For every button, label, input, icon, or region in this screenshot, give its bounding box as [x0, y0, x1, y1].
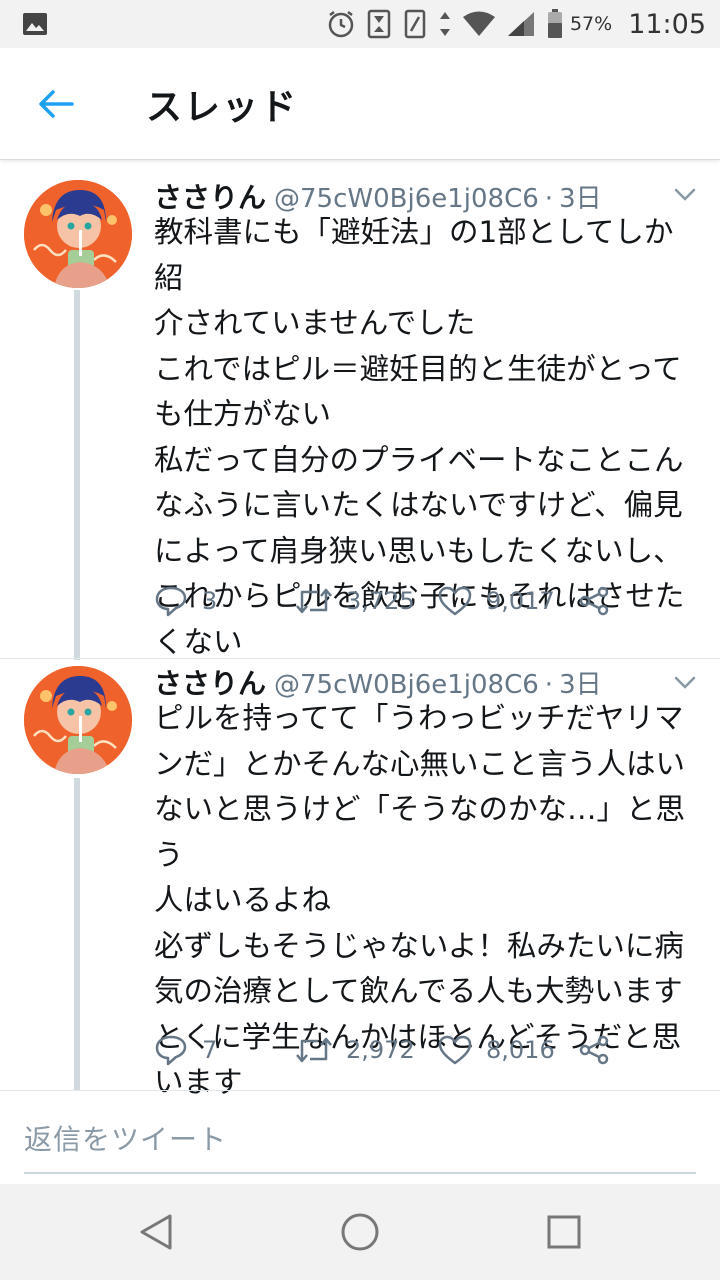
tweet[interactable]: ささりん @75cW0Bj6e1j08C6 · 3日 ピルを持ってて「うわっビッ… — [0, 648, 720, 1099]
share-button[interactable] — [578, 579, 610, 623]
avatar[interactable] — [24, 180, 132, 288]
tweet[interactable]: ささりん @75cW0Bj6e1j08C6 · 3日 教科書にも「避妊法」の1部… — [0, 160, 720, 659]
reply-icon — [155, 1035, 187, 1066]
retweet-count: 3,725 — [346, 587, 415, 615]
share-icon — [579, 1035, 609, 1065]
retweet-button[interactable]: 2,972 — [296, 1028, 415, 1072]
system-back-button[interactable] — [126, 1204, 186, 1260]
signal-icon — [506, 10, 536, 38]
battery-icon — [546, 8, 564, 40]
tweet-menu-button[interactable] — [670, 668, 700, 698]
wifi-icon — [462, 10, 496, 38]
like-count: 9,017 — [486, 587, 555, 615]
reply-placeholder: 返信をツイート — [24, 1123, 228, 1156]
retweet-icon — [296, 1037, 332, 1063]
avatar[interactable] — [24, 666, 132, 774]
tweet-actions: 3 3,725 9,017 — [154, 579, 624, 623]
tweet-actions: 7 2,972 8,016 — [154, 1028, 624, 1072]
home-circle-icon — [341, 1213, 379, 1251]
vibrate-icon — [402, 9, 428, 39]
alarm-icon — [326, 9, 356, 39]
reply-count: 7 — [202, 1036, 218, 1064]
data-arrows-icon — [438, 9, 452, 39]
system-home-button[interactable] — [330, 1204, 390, 1260]
clock: 11:05 — [628, 8, 706, 40]
heart-icon — [438, 1035, 472, 1065]
back-arrow-icon — [39, 90, 74, 118]
battery-percent: 57% — [569, 13, 613, 35]
chevron-down-icon — [674, 188, 696, 201]
reply-button[interactable]: 3 — [154, 579, 217, 623]
retweet-count: 2,972 — [346, 1036, 415, 1064]
system-recents-button[interactable] — [534, 1204, 594, 1260]
reply-input[interactable]: 返信をツイート — [24, 1118, 696, 1174]
reply-count: 3 — [202, 587, 218, 615]
retweet-button[interactable]: 3,725 — [296, 579, 415, 623]
heart-icon — [438, 586, 472, 616]
retweet-icon — [296, 588, 332, 614]
back-button[interactable] — [30, 82, 82, 126]
tweet-menu-button[interactable] — [670, 180, 700, 210]
recents-square-icon — [547, 1215, 581, 1249]
back-triangle-icon — [140, 1214, 172, 1250]
page-title: スレッド — [146, 87, 299, 128]
like-count: 8,016 — [486, 1036, 555, 1064]
share-button[interactable] — [578, 1028, 610, 1072]
share-icon — [579, 586, 609, 616]
like-button[interactable]: 8,016 — [438, 1028, 555, 1072]
app-header: スレッド — [0, 48, 720, 160]
status-bar: 57% 11:05 — [0, 0, 720, 48]
hourglass-icon — [366, 9, 392, 39]
reply-button[interactable]: 7 — [154, 1028, 217, 1072]
tweet-divider — [0, 1090, 720, 1091]
system-nav-bar — [0, 1184, 720, 1280]
image-icon — [22, 12, 48, 36]
like-button[interactable]: 9,017 — [438, 579, 555, 623]
reply-icon — [155, 586, 187, 617]
chevron-down-icon — [674, 676, 696, 689]
